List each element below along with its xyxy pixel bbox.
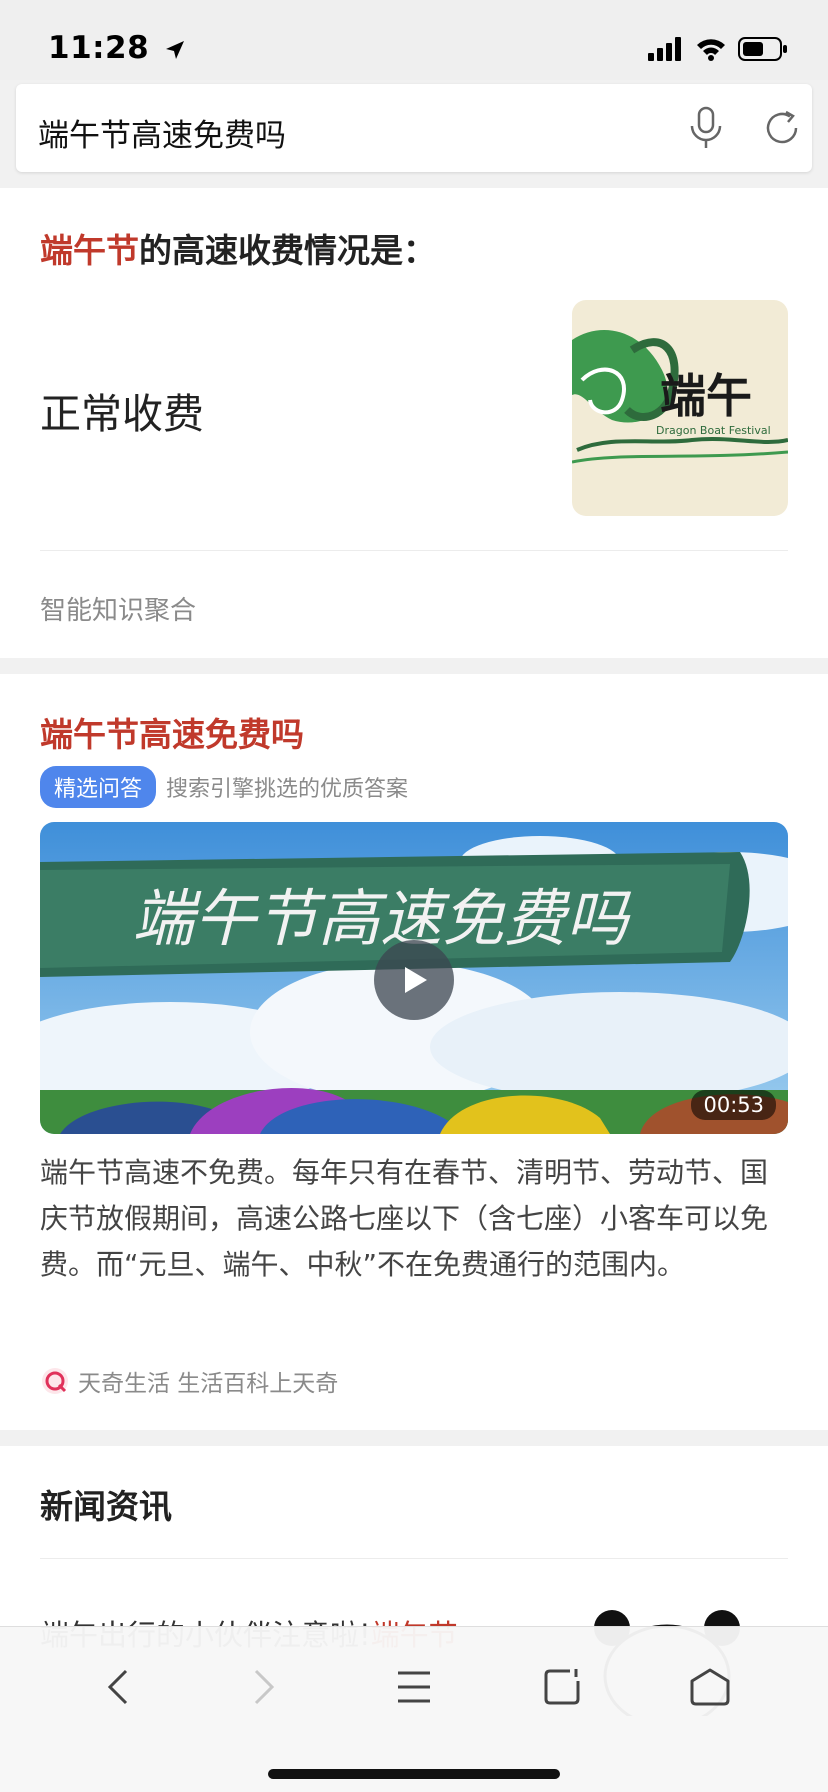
answer-heading-rest: 的高速收费情况是： (139, 231, 436, 270)
back-icon (107, 1669, 128, 1705)
answer-heading-highlight: 端午节 (40, 231, 139, 270)
tianqi-logo-icon (42, 1368, 68, 1394)
status-time: 11:28 (48, 30, 186, 66)
menu-icon (398, 1671, 430, 1703)
answer-thumbnail[interactable]: 端午 Dragon Boat Festival (572, 300, 788, 516)
search-bar[interactable]: 端午节高速免费吗 (16, 84, 812, 172)
result-source-name: 天奇生活 生活百科上天奇 (78, 1371, 339, 1397)
video-duration: 00:53 (691, 1090, 776, 1120)
tabs-button[interactable] (532, 1657, 592, 1717)
tag-row: 精选问答 搜索引擎挑选的优质答案 (40, 766, 408, 808)
browser-toolbar (0, 1626, 828, 1792)
result-source[interactable]: 天奇生活 生活百科上天奇 (40, 1364, 338, 1398)
forward-button[interactable] (234, 1657, 294, 1717)
signal-icon (648, 37, 681, 61)
play-icon (405, 967, 427, 993)
divider (40, 1558, 788, 1559)
back-button[interactable] (88, 1657, 148, 1717)
result-card[interactable]: 端午节高速免费吗 精选问答 搜索引擎挑选的优质答案 端午节高速免费吗 00:53… (0, 674, 828, 1430)
home-indicator[interactable] (268, 1769, 560, 1779)
news-header: 新闻资讯 (40, 1487, 172, 1526)
location-arrow-icon (166, 40, 185, 59)
play-button[interactable] (374, 940, 454, 1020)
search-input[interactable]: 端午节高速免费吗 (38, 110, 286, 155)
thumbnail-logo-text: 端午 (660, 369, 752, 423)
status-bar: 11:28 (0, 0, 828, 80)
home-icon (690, 1668, 730, 1706)
result-body: 端午节高速不免费。每年只有在春节、清明节、劳动节、国庆节放假期间，高速公路七座以… (40, 1156, 769, 1281)
video-thumbnail[interactable]: 端午节高速免费吗 00:53 (40, 822, 788, 1134)
home-button[interactable] (680, 1657, 740, 1717)
divider (40, 550, 788, 551)
answer-heading: 端午节的高速收费情况是： (40, 224, 436, 272)
wifi-icon (697, 39, 725, 61)
battery-icon (738, 37, 787, 61)
result-title[interactable]: 端午节高速免费吗 (40, 708, 304, 756)
status-icons (648, 34, 788, 64)
featured-desc: 搜索引擎挑选的优质答案 (166, 777, 409, 802)
video-banner-text: 端午节高速免费吗 (132, 882, 632, 955)
answer-card[interactable]: 端午节的高速收费情况是： 正常收费 端午 Dragon Boat Festiva… (0, 188, 828, 658)
mic-icon[interactable] (686, 106, 726, 150)
answer-source: 智能知识聚合 (40, 596, 197, 626)
dragon-boat-illustration: 端午 Dragon Boat Festival (572, 330, 788, 464)
thumbnail-logo-subtext: Dragon Boat Festival (656, 424, 771, 437)
menu-button[interactable] (384, 1657, 444, 1717)
refresh-icon[interactable] (760, 106, 804, 150)
screen: 11:28 端午节高速免费吗 端午节的高速收费情况是： 正常收费 端午 Drag… (0, 0, 828, 1792)
answer-value: 正常收费 (40, 390, 204, 438)
tabs-icon (544, 1669, 580, 1705)
status-time-text: 11:28 (48, 30, 150, 66)
forward-icon (254, 1669, 275, 1705)
featured-badge: 精选问答 (40, 766, 157, 808)
